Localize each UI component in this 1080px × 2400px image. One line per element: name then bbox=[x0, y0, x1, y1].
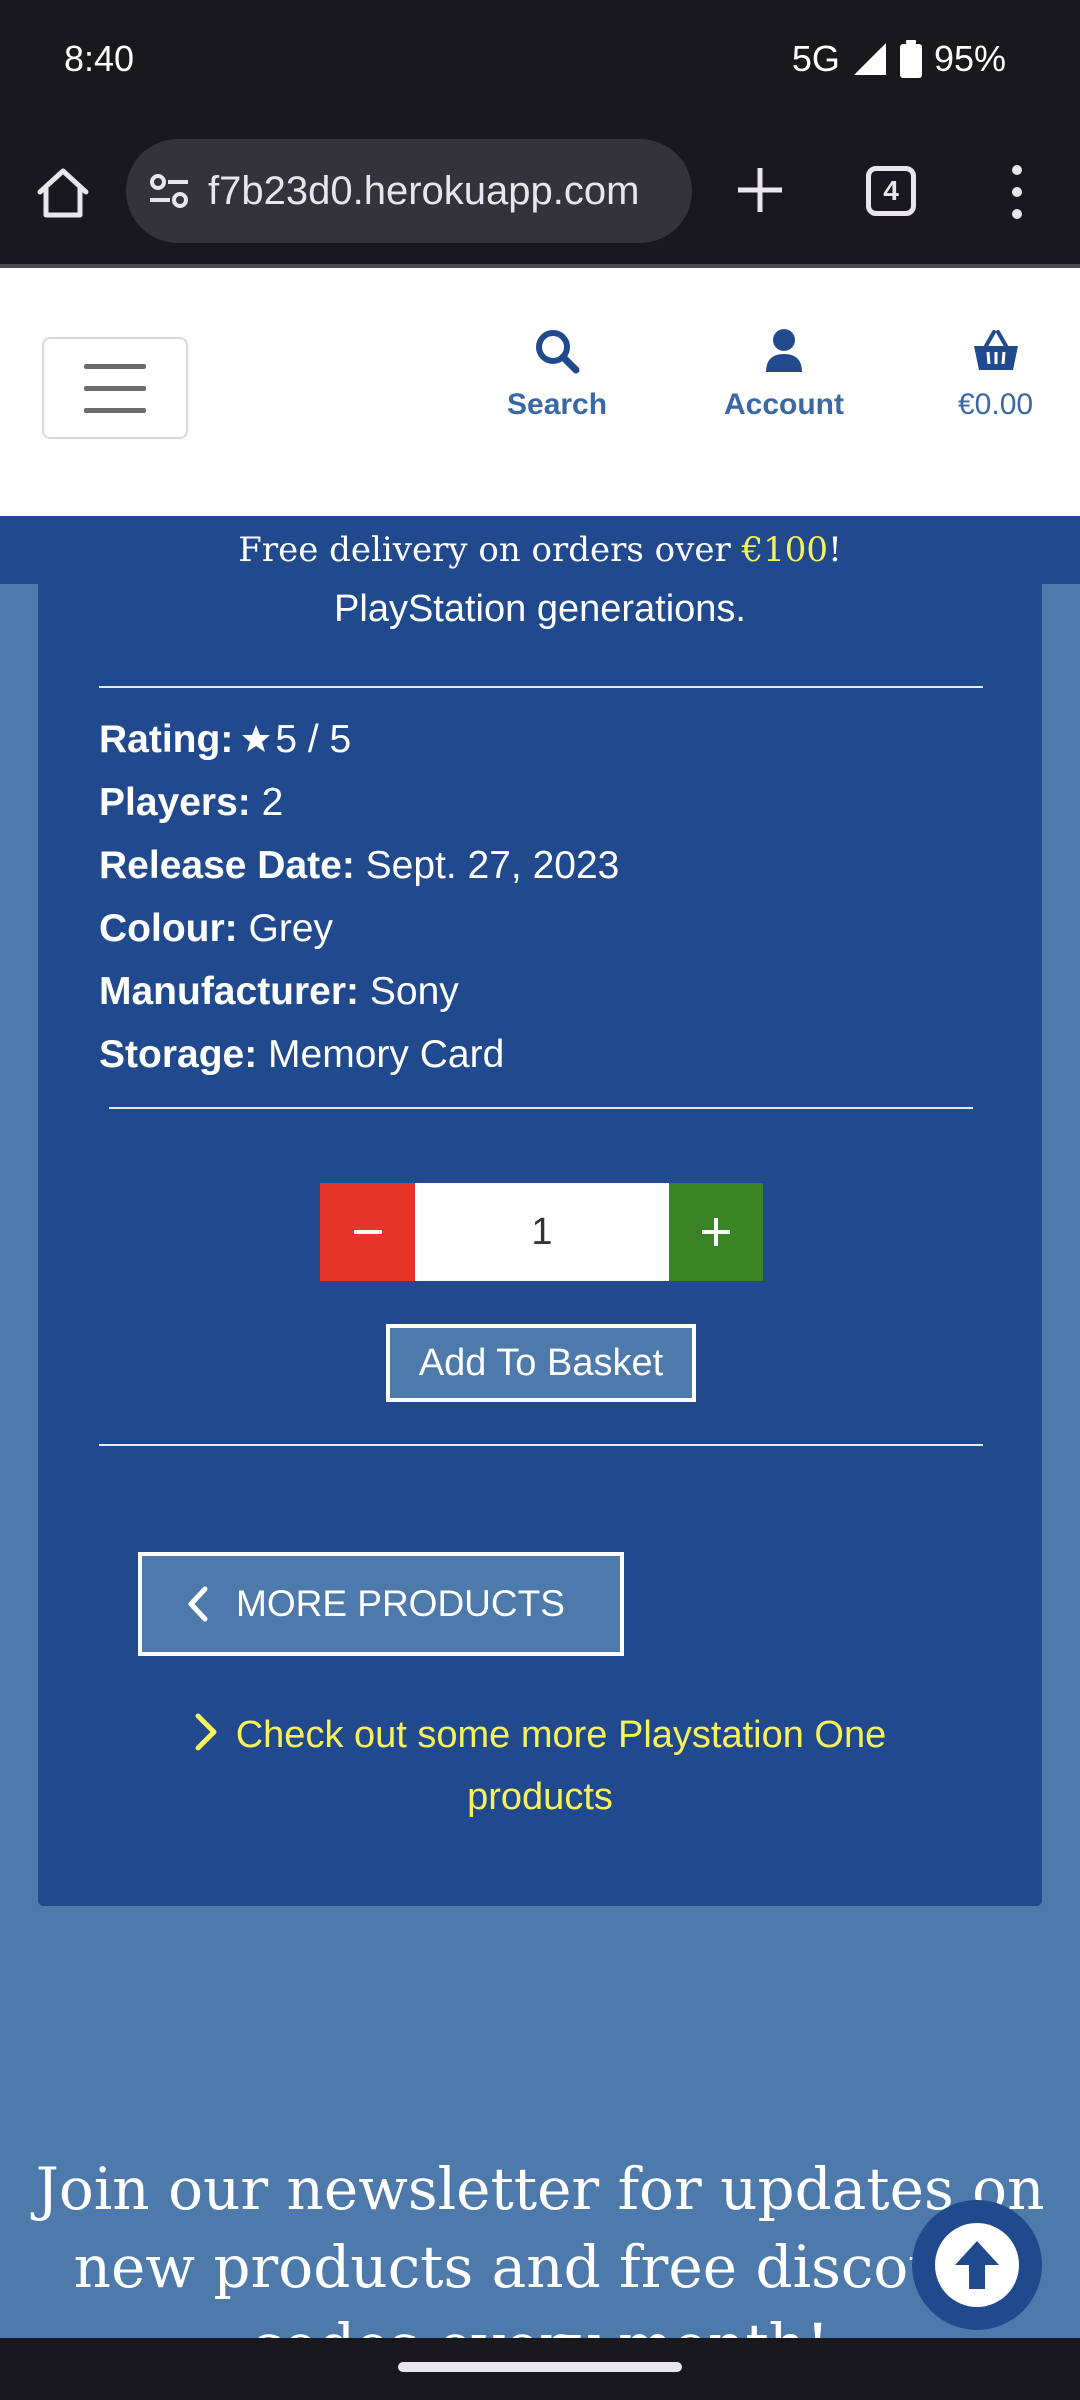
star-icon bbox=[242, 725, 271, 752]
chevron-left-icon bbox=[188, 1586, 208, 1622]
hamburger-line bbox=[84, 385, 146, 391]
banner-suffix: ! bbox=[828, 530, 842, 570]
browser-toolbar: f7b23d0.herokuapp.com 4 bbox=[0, 118, 1080, 268]
plus-icon bbox=[702, 1218, 730, 1246]
check-out-more-link[interactable]: Check out some more Playstation One prod… bbox=[138, 1704, 942, 1828]
menu-toggle-button[interactable] bbox=[42, 337, 188, 439]
home-icon[interactable] bbox=[34, 164, 92, 222]
quantity-stepper: 1 bbox=[320, 1183, 763, 1281]
spec-label: Rating: bbox=[99, 718, 234, 761]
status-bar: 8:40 5G 95% bbox=[0, 0, 1080, 118]
minus-icon bbox=[353, 1230, 382, 1234]
spec-manufacturer: Manufacturer: Sony bbox=[99, 960, 619, 1023]
system-nav-bar bbox=[0, 2338, 1080, 2400]
quantity-input[interactable]: 1 bbox=[415, 1183, 669, 1281]
hamburger-line bbox=[84, 407, 146, 413]
account-link[interactable]: Account bbox=[724, 328, 844, 422]
product-specs: Rating: 5 / 5 Players: 2 Release Date: Se… bbox=[99, 708, 619, 1086]
delivery-banner: Free delivery on orders over €100! bbox=[0, 516, 1080, 584]
account-label: Account bbox=[724, 388, 844, 421]
divider bbox=[99, 1444, 983, 1446]
gesture-handle[interactable] bbox=[398, 2362, 682, 2372]
battery-icon bbox=[899, 40, 922, 78]
basket-icon bbox=[973, 330, 1018, 370]
spec-label: Release Date: bbox=[99, 844, 355, 887]
status-time: 8:40 bbox=[64, 38, 135, 79]
search-icon bbox=[536, 330, 580, 374]
hamburger-line bbox=[84, 363, 146, 369]
basket-link[interactable]: €0.00 bbox=[958, 328, 1033, 422]
spec-colour: Colour: Grey bbox=[99, 897, 619, 960]
tab-switcher-button[interactable]: 4 bbox=[866, 166, 916, 216]
spec-label: Players: bbox=[99, 781, 251, 824]
spec-label: Colour: bbox=[99, 907, 238, 950]
spec-storage: Storage: Memory Card bbox=[99, 1023, 619, 1086]
basket-total: €0.00 bbox=[958, 388, 1034, 421]
more-products-button[interactable]: MORE PRODUCTS bbox=[138, 1552, 624, 1656]
user-icon bbox=[766, 329, 802, 372]
spec-players: Players: 2 bbox=[99, 771, 619, 834]
signal-icon bbox=[853, 43, 886, 75]
banner-text: Free delivery on orders over bbox=[238, 530, 742, 570]
banner-amount: €100 bbox=[741, 530, 829, 570]
spec-value: Sony bbox=[369, 970, 459, 1013]
scroll-top-inner bbox=[935, 2223, 1019, 2307]
tune-icon[interactable] bbox=[146, 168, 192, 214]
plus-icon[interactable] bbox=[732, 162, 788, 218]
scroll-to-top-button[interactable] bbox=[912, 2200, 1042, 2330]
chevron-right-icon bbox=[195, 1713, 217, 1751]
decrement-button[interactable] bbox=[320, 1183, 415, 1281]
site-header: Search Account €0.00 bbox=[0, 268, 1080, 516]
battery-percent: 95% bbox=[933, 38, 1006, 79]
spec-value: Grey bbox=[248, 907, 333, 950]
spec-value: 5 / 5 bbox=[275, 718, 352, 761]
more-vert-icon[interactable] bbox=[1000, 162, 1034, 222]
spec-value: 2 bbox=[261, 781, 284, 824]
check-out-more-text: Check out some more Playstation One prod… bbox=[235, 1714, 887, 1818]
network-type: 5G bbox=[791, 38, 840, 79]
add-to-basket-button[interactable]: Add To Basket bbox=[386, 1324, 696, 1402]
product-details-card: PlayStation generations. Rating: 5 / 5 Pl… bbox=[38, 584, 1042, 1906]
product-description: PlayStation generations. bbox=[334, 588, 746, 630]
divider bbox=[99, 686, 983, 688]
spec-release-date: Release Date: Sept. 27, 2023 bbox=[99, 834, 619, 897]
spec-label: Manufacturer: bbox=[99, 970, 360, 1013]
spec-label: Storage: bbox=[99, 1033, 258, 1076]
increment-button[interactable] bbox=[669, 1183, 763, 1281]
divider bbox=[109, 1107, 973, 1109]
arrow-up-icon bbox=[955, 2241, 999, 2289]
address-bar[interactable]: f7b23d0.herokuapp.com bbox=[126, 139, 692, 243]
spec-value: Sept. 27, 2023 bbox=[365, 844, 620, 887]
search-label: Search bbox=[507, 388, 608, 421]
more-products-label: MORE PRODUCTS bbox=[236, 1583, 565, 1624]
spec-value: Memory Card bbox=[268, 1033, 505, 1076]
spec-rating: Rating: 5 / 5 bbox=[99, 708, 619, 771]
search-link[interactable]: Search bbox=[507, 328, 607, 422]
url-text: f7b23d0.herokuapp.com bbox=[208, 168, 640, 213]
status-indicators: 5G 95% bbox=[792, 38, 1006, 80]
